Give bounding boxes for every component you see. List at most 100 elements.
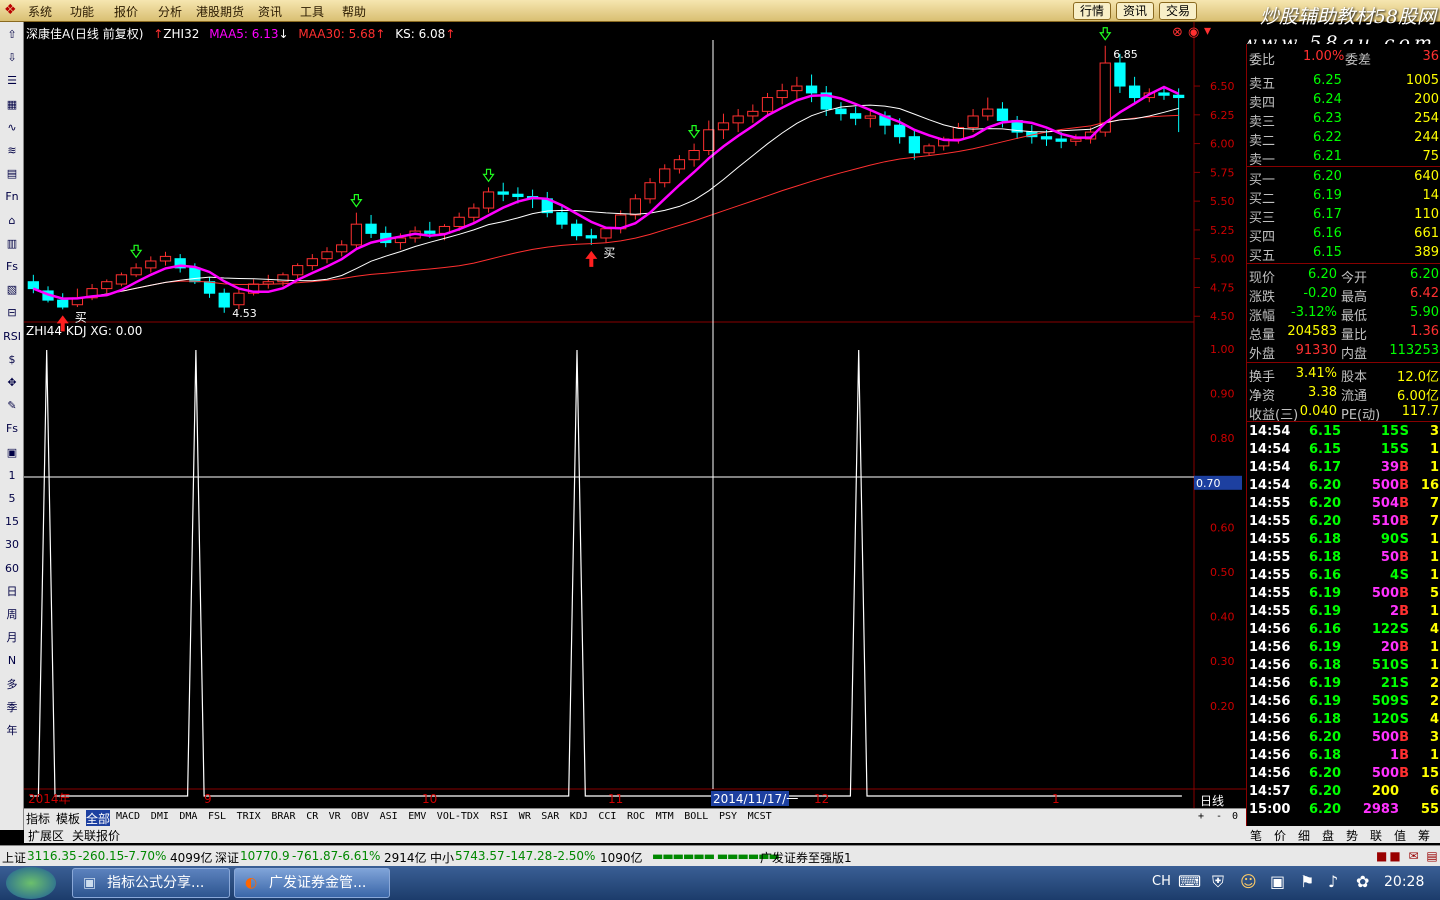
right-tab-1[interactable]: 价	[1274, 827, 1286, 844]
zx-index-label[interactable]: 中小	[430, 849, 454, 866]
tab-control-1[interactable]: -	[1216, 811, 1222, 822]
dropdown-icon[interactable]: ▾	[1204, 23, 1211, 39]
quick-news-button[interactable]: 资讯	[1116, 2, 1155, 20]
indicator-tab-14[interactable]: VOL-TDX	[437, 811, 479, 822]
indicator-tab-19[interactable]: CCI	[598, 811, 616, 822]
toolbar-button-12[interactable]: ⊟	[3, 304, 21, 322]
indicator-tab-2[interactable]: 全部	[86, 810, 111, 827]
indicator-tab-4[interactable]: DMI	[151, 811, 169, 822]
start-icon[interactable]	[6, 867, 56, 899]
indicator-tab-17[interactable]: SAR	[541, 811, 559, 822]
user-icon[interactable]: ☺	[1240, 872, 1257, 891]
app-tray-icon[interactable]: ✿	[1356, 872, 1369, 891]
toolbar-button-5[interactable]: ≋	[3, 142, 21, 160]
menu-system[interactable]: 系统	[28, 3, 52, 20]
right-tab-0[interactable]: 笔	[1250, 827, 1262, 844]
indicator-tab-11[interactable]: OBV	[351, 811, 369, 822]
menu-tools[interactable]: 工具	[300, 3, 324, 20]
toolbar-button-23[interactable]: 60	[3, 560, 21, 578]
restore-icon[interactable]: ◉	[1188, 25, 1199, 40]
indicator-tab-16[interactable]: WR	[519, 811, 531, 822]
toolbar-button-7[interactable]: Fn	[3, 188, 21, 206]
toolbar-button-15[interactable]: ✥	[3, 374, 21, 392]
indicator-tab-24[interactable]: MCST	[748, 811, 772, 822]
toolbar-button-28[interactable]: 多	[3, 676, 21, 694]
right-tab-2[interactable]: 细	[1298, 827, 1310, 844]
indicator-tab-7[interactable]: TRIX	[237, 811, 261, 822]
indicator-tab-20[interactable]: ROC	[627, 811, 645, 822]
tab-related-quote[interactable]: 关联报价	[72, 827, 120, 844]
right-tab-7[interactable]: 筹	[1418, 827, 1430, 844]
quick-quote-button[interactable]: 行情	[1073, 2, 1112, 20]
toolbar-button-9[interactable]: ▥	[3, 235, 21, 253]
toolbar-button-24[interactable]: 日	[3, 583, 21, 601]
menu-help[interactable]: 帮助	[342, 3, 366, 20]
toolbar-button-25[interactable]: 周	[3, 606, 21, 624]
indicator-tab-18[interactable]: KDJ	[570, 811, 588, 822]
menu-analysis[interactable]: 分析	[158, 3, 182, 20]
indicator-tab-23[interactable]: PSY	[719, 811, 737, 822]
indicator-tab-21[interactable]: MTM	[656, 811, 674, 822]
clock[interactable]: 20:28	[1384, 874, 1424, 890]
toolbar-button-18[interactable]: ▣	[3, 444, 21, 462]
menu-news[interactable]: 资讯	[258, 3, 282, 20]
toolbar-button-21[interactable]: 15	[3, 513, 21, 531]
toolbar-button-11[interactable]: ▧	[3, 281, 21, 299]
toolbar-button-14[interactable]: $	[3, 351, 21, 369]
toolbar-button-10[interactable]: Fs	[3, 258, 21, 276]
menu-function[interactable]: 功能	[70, 3, 94, 20]
indicator-tab-10[interactable]: VR	[329, 811, 341, 822]
indicator-tab-12[interactable]: ASI	[380, 811, 398, 822]
toolbar-button-29[interactable]: 季	[3, 699, 21, 717]
toolbar-button-2[interactable]: ☰	[3, 72, 21, 90]
indicator-tab-0[interactable]: 指标	[26, 810, 50, 827]
indicator-tab-22[interactable]: BOLL	[684, 811, 708, 822]
taskbar-button-formula[interactable]: ▣ 指标公式分享...	[72, 868, 230, 898]
tab-control-0[interactable]: +	[1198, 811, 1204, 822]
network-icon[interactable]: ▣	[1270, 872, 1285, 891]
right-tab-4[interactable]: 势	[1346, 827, 1358, 844]
toolbar-button-19[interactable]: 1	[3, 467, 21, 485]
close-icon[interactable]: ⊗	[1172, 25, 1183, 40]
toolbar-button-0[interactable]: ⇧	[3, 26, 21, 44]
indicator-tab-1[interactable]: 模板	[56, 810, 80, 827]
toolbar-button-22[interactable]: 30	[3, 536, 21, 554]
keyboard-icon[interactable]: ⌨	[1178, 872, 1201, 891]
kline-chart-svg[interactable]: 6.50 6.25 6.00 5.75 5.50 5.25 5.00 4.75 4.50 1.00…	[24, 22, 1246, 808]
period-label[interactable]: 日线	[1200, 792, 1224, 809]
indicator-tab-15[interactable]: RSI	[490, 811, 508, 822]
tab-control-2[interactable]: 0	[1232, 811, 1238, 822]
toolbar-button-6[interactable]: ▤	[3, 165, 21, 183]
toolbar-button-17[interactable]: Fs	[3, 420, 21, 438]
indicator-tab-3[interactable]: MACD	[116, 811, 140, 822]
taskbar-button-broker[interactable]: ◐ 广发证券金管...	[234, 868, 390, 898]
volume-icon[interactable]: ♪	[1328, 872, 1338, 891]
toolbar-button-8[interactable]: ⌂	[3, 212, 21, 230]
toolbar-button-27[interactable]: N	[3, 652, 21, 670]
toolbar-button-20[interactable]: 5	[3, 490, 21, 508]
indicator-tab-9[interactable]: CR	[306, 811, 318, 822]
right-tab-6[interactable]: 值	[1394, 827, 1406, 844]
status-icons[interactable]: ■■ ✉ ▤	[1376, 849, 1440, 863]
sz-index-label[interactable]: 深证	[215, 849, 239, 866]
sh-index-label[interactable]: 上证	[2, 849, 26, 866]
right-tab-5[interactable]: 联	[1370, 827, 1382, 844]
quick-trade-button[interactable]: 交易	[1159, 2, 1198, 20]
indicator-tab-5[interactable]: DMA	[179, 811, 197, 822]
toolbar-button-30[interactable]: 年	[3, 722, 21, 740]
menu-quote[interactable]: 报价	[114, 3, 138, 20]
shield-icon[interactable]: ⛨	[1212, 872, 1224, 892]
toolbar-button-26[interactable]: 月	[3, 629, 21, 647]
right-tab-3[interactable]: 盘	[1322, 827, 1334, 844]
indicator-tab-6[interactable]: FSL	[208, 811, 226, 822]
toolbar-button-16[interactable]: ✎	[3, 397, 21, 415]
indicator-tab-13[interactable]: EMV	[408, 811, 426, 822]
tab-extended[interactable]: 扩展区	[28, 827, 64, 844]
toolbar-button-3[interactable]: ▦	[3, 96, 21, 114]
toolbar-button-4[interactable]: ∿	[3, 119, 21, 137]
flag-icon[interactable]: ⚑	[1300, 872, 1314, 891]
toolbar-button-1[interactable]: ⇩	[3, 49, 21, 67]
chart-area[interactable]: 6.50 6.25 6.00 5.75 5.50 5.25 5.00 4.75 4.50 1.00…	[24, 22, 1246, 808]
app-logo-icon[interactable]: ❖	[4, 2, 17, 18]
language-indicator[interactable]: CH	[1152, 874, 1171, 889]
